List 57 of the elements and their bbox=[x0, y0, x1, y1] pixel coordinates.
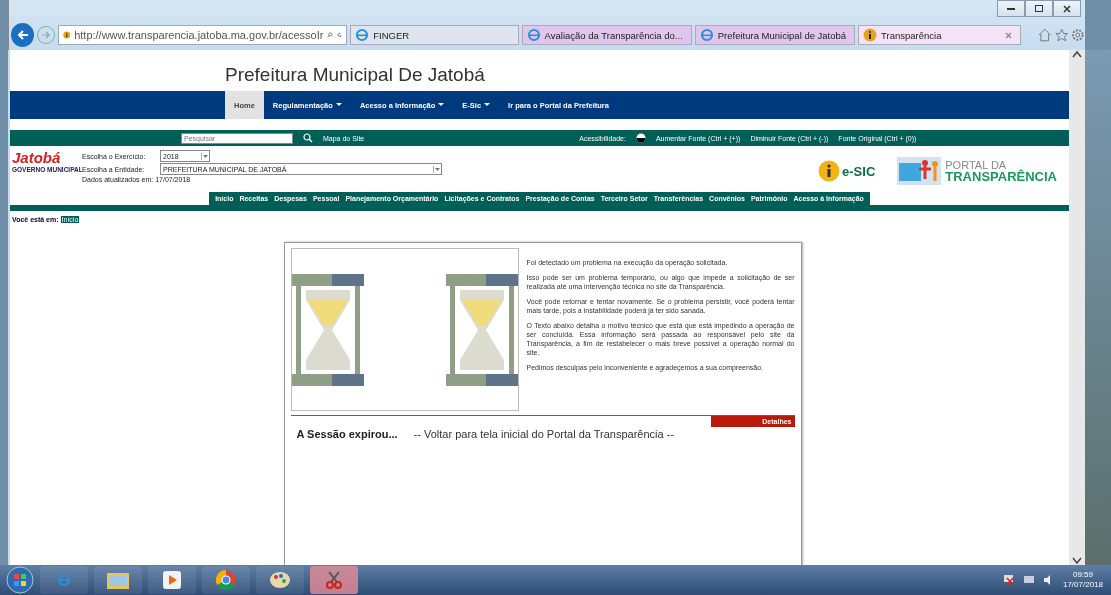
taskbar-app[interactable] bbox=[94, 566, 142, 594]
portal-label: TRANSPARÊNCIA bbox=[945, 171, 1057, 183]
star-icon[interactable] bbox=[1055, 28, 1069, 42]
close-tab-icon bbox=[1005, 31, 1013, 39]
play-icon bbox=[163, 571, 181, 589]
search-icon[interactable] bbox=[303, 133, 313, 143]
portal-label: PORTAL DA bbox=[945, 159, 1007, 171]
taskbar-app[interactable] bbox=[310, 566, 358, 594]
url-text: http://www.transparencia.jatoba.ma.gov.br/acessoIr bbox=[74, 29, 324, 41]
close-button[interactable] bbox=[1053, 0, 1081, 17]
network-icon bbox=[1022, 574, 1035, 586]
restore-button[interactable] bbox=[1025, 0, 1053, 17]
address-bar[interactable]: http://www.transparencia.jatoba.ma.gov.br/acessoIr bbox=[57, 25, 348, 45]
minimize-button[interactable] bbox=[997, 0, 1025, 17]
home-icon[interactable] bbox=[1038, 28, 1052, 42]
info-bubble-icon bbox=[818, 160, 841, 182]
ie-icon bbox=[526, 28, 541, 42]
restore-icon bbox=[1035, 5, 1043, 12]
start-button[interactable] bbox=[6, 566, 34, 594]
ie-icon bbox=[355, 28, 370, 42]
browser-tab[interactable]: Prefeitura Municipal de Jatobá bbox=[694, 25, 856, 45]
settings-icon[interactable] bbox=[1071, 28, 1085, 42]
scissors-icon bbox=[324, 570, 344, 590]
caret-icon bbox=[435, 167, 440, 171]
browser-tab[interactable]: Transparência bbox=[858, 25, 1022, 45]
browser-tab[interactable]: Avaliação da Transparência do... bbox=[521, 25, 692, 45]
scrollbar[interactable] bbox=[1069, 50, 1085, 565]
chrome-icon bbox=[216, 570, 236, 590]
back-home-link[interactable]: -- Voltar para tela inicial do Portal da Transparência -- bbox=[413, 428, 675, 440]
ie-icon bbox=[57, 573, 71, 587]
search-icon bbox=[327, 30, 333, 40]
palette-icon bbox=[270, 571, 290, 589]
back-button[interactable] bbox=[11, 23, 35, 47]
caret-icon bbox=[203, 154, 208, 158]
info-icon bbox=[863, 28, 878, 42]
contrast-icon[interactable] bbox=[635, 133, 646, 143]
back-arrow-icon bbox=[16, 29, 29, 41]
transparency-portal-logo[interactable]: PORTAL DA TRANSPARÊNCIA bbox=[897, 157, 1057, 185]
taskbar-app[interactable] bbox=[256, 566, 304, 594]
browser-tab[interactable]: FINGER bbox=[350, 25, 519, 45]
flag-icon bbox=[1002, 574, 1015, 586]
taskbar-app[interactable] bbox=[202, 566, 250, 594]
folder-icon bbox=[107, 571, 129, 589]
scroll-up-icon bbox=[1072, 50, 1082, 58]
clock-date: 17/07/2018 bbox=[1062, 580, 1103, 590]
ie-icon bbox=[699, 28, 714, 42]
page-title: Prefeitura Municipal De Jatobá bbox=[224, 63, 486, 87]
clock-time: 09:59 bbox=[1072, 570, 1093, 580]
forward-arrow-icon bbox=[40, 30, 51, 40]
session-expired-heading: A Sessão expirou... bbox=[296, 428, 398, 440]
esic-logo[interactable]: e-SIC bbox=[818, 157, 876, 185]
taskbar-app[interactable] bbox=[148, 566, 196, 594]
close-icon bbox=[1063, 4, 1071, 13]
minimize-icon bbox=[1007, 7, 1015, 10]
refresh-icon bbox=[336, 30, 343, 40]
people-icon bbox=[897, 157, 942, 185]
scroll-down-icon bbox=[1072, 557, 1082, 565]
